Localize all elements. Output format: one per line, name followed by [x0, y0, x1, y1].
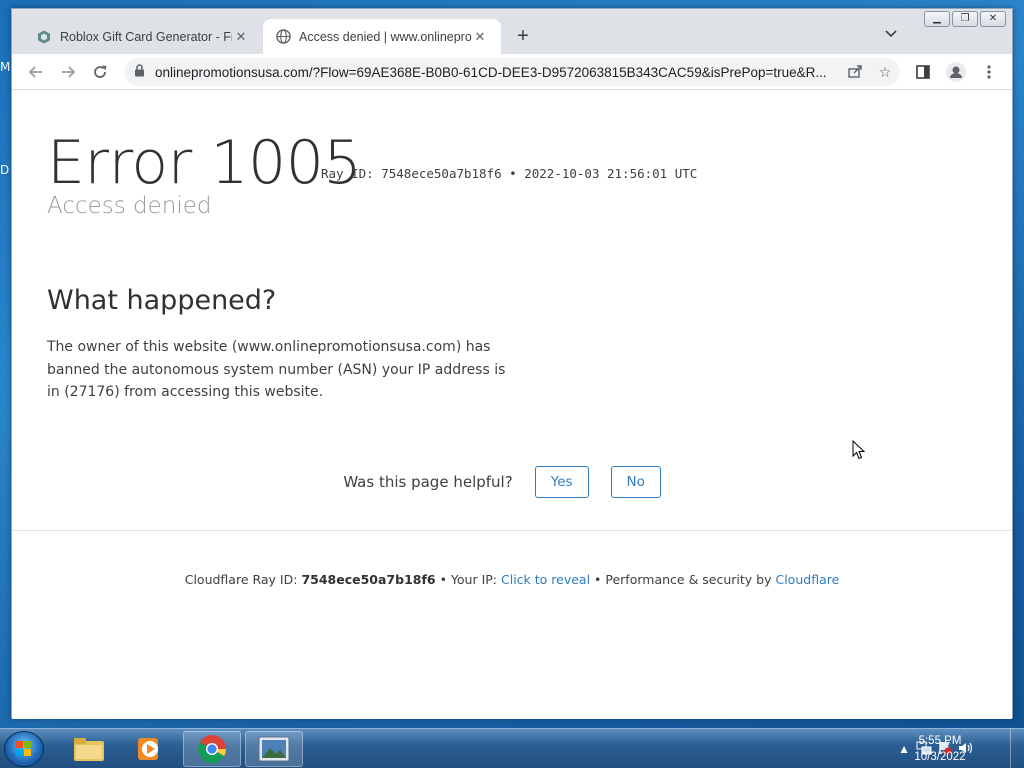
footer-perf-prefix: • Performance & security by: [590, 572, 776, 587]
what-happened-text: The owner of this website (www.onlinepro…: [47, 339, 506, 400]
bookmark-star-icon[interactable]: ☆: [870, 64, 900, 81]
back-arrow-icon[interactable]: [24, 60, 48, 84]
forward-arrow-icon[interactable]: [56, 60, 80, 84]
what-happened-heading: What happened?: [47, 285, 277, 316]
tray-expand-arrow-icon[interactable]: ▲: [898, 742, 910, 756]
error-subtitle: Access denied: [47, 193, 212, 219]
footer-ip-prefix: • Your IP:: [435, 572, 501, 587]
timestamp: 2022-10-03 21:56:01 UTC: [524, 166, 698, 181]
ray-id: 7548ece50a7b18f6: [381, 166, 502, 181]
mouse-pointer-icon: [852, 439, 866, 465]
desktop-icon-label: M: [0, 60, 11, 74]
tab-access-denied[interactable]: Access denied | www.onlinepromotionsusa.…: [263, 19, 501, 54]
clock-time: 5:55 PM: [918, 735, 962, 747]
browser-window: Roblox Gift Card Generator - Free ✕ Acce…: [11, 8, 1013, 719]
profile-avatar-icon[interactable]: [944, 60, 968, 84]
tab-strip: Roblox Gift Card Generator - Free ✕ Acce…: [12, 9, 1012, 54]
menu-kebab-icon[interactable]: [977, 60, 1001, 84]
cloudflare-link[interactable]: Cloudflare: [775, 572, 839, 587]
globe-icon: [275, 29, 291, 45]
feedback-question: Was this page helpful?: [343, 473, 513, 491]
taskbar-media-player-icon[interactable]: [121, 731, 179, 767]
cloudflare-footer: Cloudflare Ray ID: 7548ece50a7b18f6 • Yo…: [12, 572, 1012, 587]
taskbar: ▲ 5:55 PM 10/3/2022: [0, 728, 1024, 768]
tab-title: Roblox Gift Card Generator - Free: [60, 29, 232, 44]
ray-label: Ray ID:: [321, 166, 382, 181]
feedback-no-button[interactable]: No: [610, 466, 661, 498]
tab-title: Access denied | www.onlinepromotionsusa.…: [299, 29, 471, 44]
footer-ray-id: 7548ece50a7b18f6: [301, 572, 436, 587]
taskbar-explorer-folder-icon[interactable]: [60, 731, 118, 767]
error-title: Error 1005: [47, 128, 362, 198]
feedback-yes-button[interactable]: Yes: [534, 466, 589, 498]
start-button-windows-icon[interactable]: [4, 731, 44, 767]
close-window-icon[interactable]: ✕: [980, 11, 1006, 27]
ray-id-line: Ray ID: 7548ece50a7b18f6 • 2022-10-03 21…: [321, 166, 697, 181]
taskbar-chrome-icon[interactable]: [183, 731, 241, 767]
system-clock[interactable]: 5:55 PM 10/3/2022: [910, 733, 970, 765]
minimize-icon[interactable]: ▁: [924, 11, 950, 27]
tab-search-chevron-icon[interactable]: [885, 27, 897, 41]
window-controls: ▁ ❐ ✕: [924, 11, 1006, 27]
tab-roblox[interactable]: Roblox Gift Card Generator - Free ✕: [24, 19, 262, 54]
restore-icon[interactable]: ❐: [952, 11, 978, 27]
address-bar[interactable]: onlinepromotionsusa.com/?Flow=69AE368E-B…: [124, 58, 900, 86]
desktop-icon-label: D: [0, 163, 10, 177]
new-tab-plus-icon[interactable]: +: [512, 25, 534, 47]
side-panel-icon[interactable]: [911, 60, 935, 84]
lock-icon[interactable]: [134, 64, 145, 80]
footer-ray-prefix: Cloudflare Ray ID:: [184, 572, 302, 587]
share-icon[interactable]: [840, 64, 870, 81]
reload-icon[interactable]: [88, 60, 112, 84]
browser-toolbar: onlinepromotionsusa.com/?Flow=69AE368E-B…: [12, 54, 1012, 90]
reveal-ip-link[interactable]: Click to reveal: [501, 572, 590, 587]
taskbar-photo-viewer-icon[interactable]: [245, 731, 303, 767]
ray-separator: •: [501, 166, 525, 181]
url-text[interactable]: onlinepromotionsusa.com/?Flow=69AE368E-B…: [155, 65, 840, 80]
feedback-section: Was this page helpful? Yes No: [12, 466, 1012, 498]
hexagon-icon: [36, 29, 52, 45]
close-tab-icon[interactable]: ✕: [232, 29, 250, 45]
footer-divider: [12, 530, 1012, 531]
page-viewport: Error 1005 Ray ID: 7548ece50a7b18f6 • 20…: [12, 90, 1012, 719]
show-desktop-button[interactable]: [1010, 729, 1024, 768]
clock-date: 10/3/2022: [914, 751, 966, 763]
close-tab-icon[interactable]: ✕: [471, 29, 489, 45]
